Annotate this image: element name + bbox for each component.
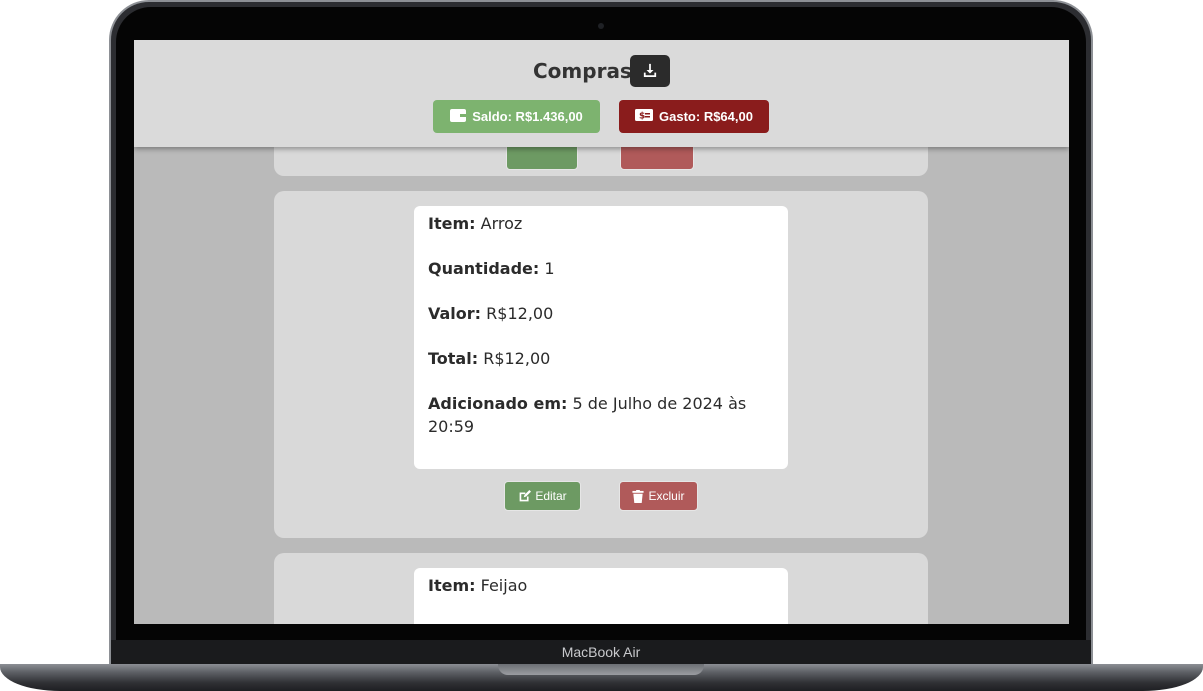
spent-badge: $ Gasto: R$64,00	[619, 100, 769, 133]
item-row: Item: Arroz	[428, 212, 774, 235]
price-label: Valor:	[428, 304, 482, 323]
item-value: Arroz	[480, 214, 523, 233]
edit-button[interactable]: Editar	[504, 481, 581, 511]
wallet-icon	[450, 108, 467, 125]
delete-label: Excluir	[648, 489, 685, 503]
quantity-row: Quantidade: 1	[428, 257, 774, 280]
edit-label: Editar	[535, 489, 567, 503]
total-label: Total:	[428, 349, 479, 368]
delete-button[interactable]: Excluir	[619, 481, 698, 511]
quantity-label: Quantidade:	[428, 259, 540, 278]
price-value: R$12,00	[486, 304, 554, 323]
app-header: Compras Saldo: R$1.436,00 $ Gasto: R$64,…	[134, 40, 1069, 147]
item-row-next: Item: Feijao	[428, 574, 774, 597]
balance-badge: Saldo: R$1.436,00	[433, 100, 600, 133]
money-bill-icon: $	[635, 109, 654, 124]
balance-label: Saldo: R$1.436,00	[472, 109, 583, 124]
item-label: Item:	[428, 214, 476, 233]
item-label-next: Item:	[428, 576, 476, 595]
total-value: R$12,00	[483, 349, 551, 368]
download-icon	[643, 62, 657, 81]
laptop-notch	[498, 664, 704, 675]
total-row: Total: R$12,00	[428, 347, 774, 370]
camera-icon	[598, 23, 604, 29]
laptop-frame: Item: Arroz Quantidade: 1 Valor: R$12,00…	[0, 0, 1203, 691]
added-label: Adicionado em:	[428, 394, 568, 413]
download-button[interactable]	[630, 55, 670, 87]
edit-icon	[518, 489, 532, 503]
item-value-next: Feijao	[480, 576, 528, 595]
price-row: Valor: R$12,00	[428, 302, 774, 325]
purchase-details-next: Item: Feijao	[414, 568, 788, 624]
page-title: Compras	[533, 59, 632, 83]
added-row: Adicionado em: 5 de Julho de 2024 às 20:…	[428, 392, 774, 438]
svg-text:$: $	[639, 112, 645, 122]
purchase-card-next: Item: Feijao	[274, 553, 928, 624]
trash-icon	[632, 489, 645, 503]
purchase-details: Item: Arroz Quantidade: 1 Valor: R$12,00…	[414, 206, 788, 469]
spent-label: Gasto: R$64,00	[659, 109, 753, 124]
quantity-value: 1	[544, 259, 555, 278]
device-brand-label: MacBook Air	[561, 644, 641, 660]
app-screen: Item: Arroz Quantidade: 1 Valor: R$12,00…	[134, 40, 1069, 624]
purchase-card: Item: Arroz Quantidade: 1 Valor: R$12,00…	[274, 191, 928, 538]
